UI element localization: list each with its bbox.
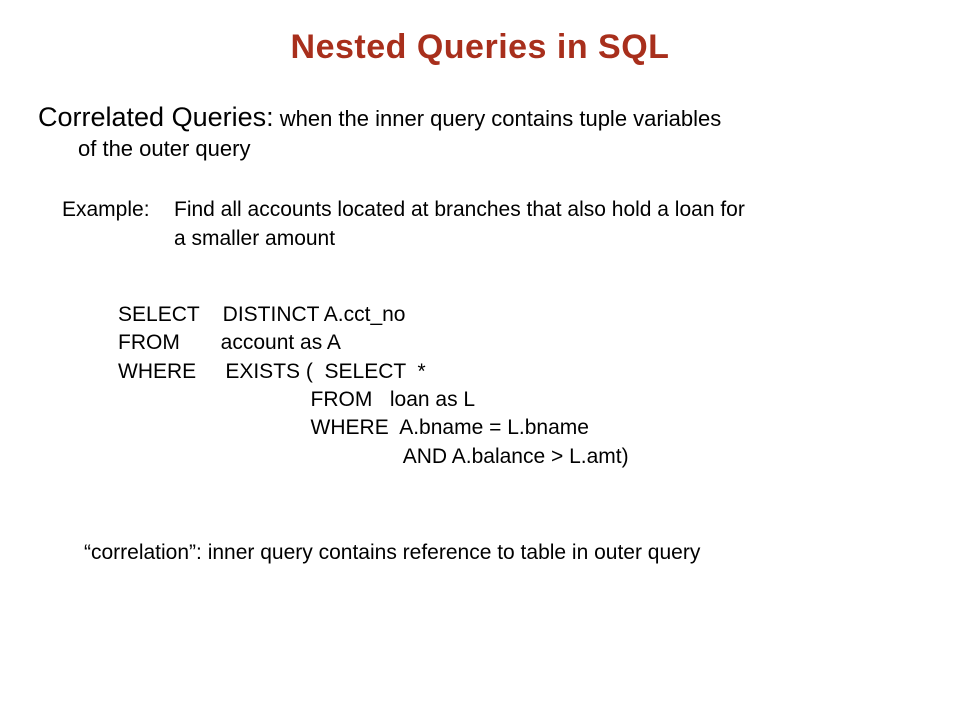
code-line: WHERE EXISTS ( SELECT * <box>118 360 426 383</box>
slide-title: Nested Queries in SQL <box>38 28 922 67</box>
code-line: FROM account as A <box>118 331 341 354</box>
code-line: FROM loan as L <box>118 388 475 411</box>
slide-content: Nested Queries in SQL Correlated Queries… <box>0 0 960 589</box>
lead-continuation: of the outer query <box>78 135 922 163</box>
example-row: Example:Find all accounts located at bra… <box>62 196 922 253</box>
footnote: “correlation”: inner query contains refe… <box>84 541 922 565</box>
sql-code-block: SELECT DISTINCT A.cct_no FROM account as… <box>118 301 922 471</box>
lead-rest: when the inner query contains tuple vari… <box>274 106 722 131</box>
example-text: Find all accounts located at branches th… <box>174 196 894 253</box>
example-text-line2: a smaller amount <box>174 227 335 250</box>
code-line: WHERE A.bname = L.bname <box>118 416 589 439</box>
example-label: Example: <box>62 196 174 224</box>
lead-paragraph: Correlated Queries: when the inner query… <box>38 101 922 162</box>
code-line: AND A.balance > L.amt) <box>118 445 629 468</box>
example-text-line1: Find all accounts located at branches th… <box>174 198 745 221</box>
lead-strong: Correlated Queries: <box>38 102 274 132</box>
code-line: SELECT DISTINCT A.cct_no <box>118 303 406 326</box>
